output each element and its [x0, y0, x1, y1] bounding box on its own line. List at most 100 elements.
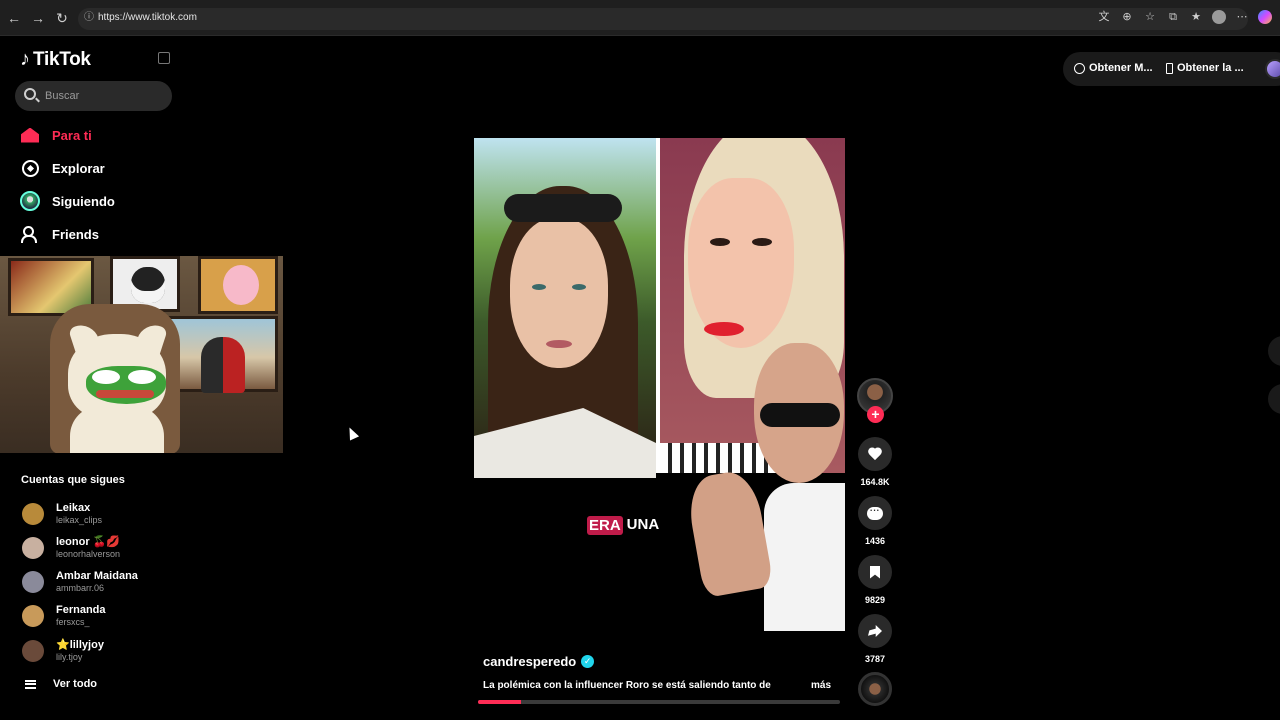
nav-item-friends[interactable]: Friends — [20, 222, 99, 246]
share-icon — [868, 625, 882, 637]
extensions-icon[interactable]: ⧉ — [1166, 10, 1180, 24]
account-name: leonor 🍒💋 — [56, 536, 121, 548]
nav-label: Para ti — [52, 127, 92, 143]
bookmark-icon — [870, 565, 880, 579]
caption-highlight: ERA — [587, 516, 623, 535]
forward-arrow-icon[interactable]: → — [30, 10, 46, 26]
video-left-panel — [474, 138, 656, 478]
tiktok-logo[interactable]: ♪ TikTok — [20, 48, 91, 71]
streamer-overlay — [0, 256, 283, 453]
avatar — [22, 537, 44, 559]
heart-icon — [868, 448, 882, 461]
phone-icon — [1166, 62, 1173, 74]
comment-icon — [867, 502, 883, 520]
translate-icon[interactable]: 文 — [1097, 10, 1111, 24]
home-icon — [21, 127, 39, 143]
account-handle: lily.tjoy — [56, 652, 83, 662]
get-app-button[interactable]: Obtener la ... — [1166, 62, 1244, 74]
browser-profile-icon[interactable] — [1212, 10, 1226, 24]
top-actions-bar: Obtener M... Obtener la ... — [1063, 52, 1280, 86]
back-arrow-icon[interactable]: ← — [6, 10, 22, 26]
mouse-cursor-icon — [344, 425, 360, 441]
nav-label: Siguiendo — [52, 193, 115, 209]
like-button[interactable] — [858, 437, 892, 471]
save-button[interactable] — [858, 555, 892, 589]
favorite-star-icon[interactable]: ☆ — [1143, 10, 1157, 24]
video-player[interactable]: ERA UNA — [474, 138, 845, 631]
profile-avatar[interactable] — [1265, 59, 1280, 79]
verified-check-icon: ✓ — [581, 655, 595, 668]
account-handle: leikax_clips — [56, 515, 103, 525]
video-author[interactable]: candresperedo ✓ — [483, 654, 595, 669]
scroll-up-handle[interactable] — [1268, 336, 1280, 366]
account-name: Leikax — [56, 502, 91, 514]
browser-toolbar: ← → ↻ ⓘ https://www.tiktok.com 文 ⊕ ☆ ⧉ ★… — [0, 0, 1280, 36]
favorites-icon[interactable]: ★ — [1189, 10, 1203, 24]
url-text: https://www.tiktok.com — [98, 12, 197, 23]
tiktok-note-icon: ♪ — [20, 48, 30, 70]
site-info-icon[interactable]: ⓘ — [84, 12, 96, 24]
compass-icon — [21, 159, 39, 177]
account-name: ⭐lillyjoy — [56, 639, 104, 651]
caption-text: UNA — [626, 516, 660, 533]
nav-label: Explorar — [52, 160, 105, 176]
account-handle: leonorhalverson — [56, 549, 121, 559]
logo-text: TikTok — [33, 48, 91, 70]
pill-label: Obtener M... — [1089, 62, 1153, 74]
wall-picture — [198, 256, 278, 314]
avatar — [22, 571, 44, 593]
address-bar[interactable]: ⓘ https://www.tiktok.com — [78, 8, 1248, 30]
nav-item-following[interactable]: Siguiendo — [20, 189, 115, 213]
video-description: La polémica con la influencer Roro se es… — [483, 680, 771, 691]
get-coins-button[interactable]: Obtener M... — [1074, 62, 1153, 74]
comment-button[interactable] — [858, 496, 892, 530]
zoom-icon[interactable]: ⊕ — [1120, 10, 1134, 24]
save-count: 9829 — [864, 595, 886, 605]
following-account[interactable]: Fernanda fersxcs_ — [22, 601, 106, 631]
share-button[interactable] — [858, 614, 892, 648]
avatar — [22, 503, 44, 525]
search-input[interactable] — [45, 87, 165, 105]
scroll-down-handle[interactable] — [1268, 384, 1280, 414]
following-account[interactable]: leonor 🍒💋 leonorhalverson — [22, 533, 120, 563]
following-account[interactable]: ⭐lillyjoy lily.tjoy — [22, 636, 104, 666]
author-name: candresperedo — [483, 654, 577, 669]
friends-icon — [21, 226, 39, 243]
search-box[interactable] — [15, 81, 172, 111]
search-icon — [24, 88, 36, 100]
nav-label: Friends — [52, 226, 99, 242]
video-speaker — [684, 343, 845, 631]
list-icon — [25, 679, 36, 689]
progress-fill — [478, 700, 522, 704]
follow-plus-icon[interactable]: + — [867, 406, 884, 423]
copilot-icon[interactable] — [1258, 10, 1272, 24]
reload-icon[interactable]: ↻ — [54, 10, 70, 26]
see-all-button[interactable]: Ver todo — [25, 678, 97, 690]
account-handle: fersxcs_ — [56, 617, 90, 627]
music-disc-icon[interactable] — [858, 672, 892, 706]
collapse-sidebar-icon[interactable] — [158, 52, 170, 64]
pepe-mask — [86, 366, 166, 404]
video-caption: ERA UNA — [587, 516, 659, 535]
more-button[interactable]: más — [811, 680, 831, 691]
account-name: Ambar Maidana — [56, 570, 138, 582]
avatar — [22, 605, 44, 627]
avatar — [22, 640, 44, 662]
account-handle: ammbarr.06 — [56, 583, 105, 593]
following-account[interactable]: Ambar Maidana ammbarr.06 — [22, 567, 138, 597]
account-name: Fernanda — [56, 604, 106, 616]
video-progress-bar[interactable] — [478, 700, 840, 704]
following-account[interactable]: Leikax leikax_clips — [22, 499, 102, 529]
share-count: 3787 — [864, 654, 886, 664]
following-accounts-title: Cuentas que sigues — [21, 474, 125, 486]
nav-item-for-you[interactable]: Para ti — [20, 123, 92, 147]
browser-toolbar-icons: 文 ⊕ ☆ ⧉ ★ ⋯ — [1097, 10, 1272, 24]
comment-count: 1436 — [864, 536, 886, 546]
coin-icon — [1074, 62, 1085, 74]
following-avatar-icon — [20, 191, 40, 211]
like-count: 164.8K — [860, 477, 890, 487]
see-all-label: Ver todo — [53, 678, 98, 690]
nav-item-explore[interactable]: Explorar — [20, 156, 105, 180]
pill-label: Obtener la ... — [1177, 62, 1244, 74]
more-options-icon[interactable]: ⋯ — [1235, 10, 1249, 24]
